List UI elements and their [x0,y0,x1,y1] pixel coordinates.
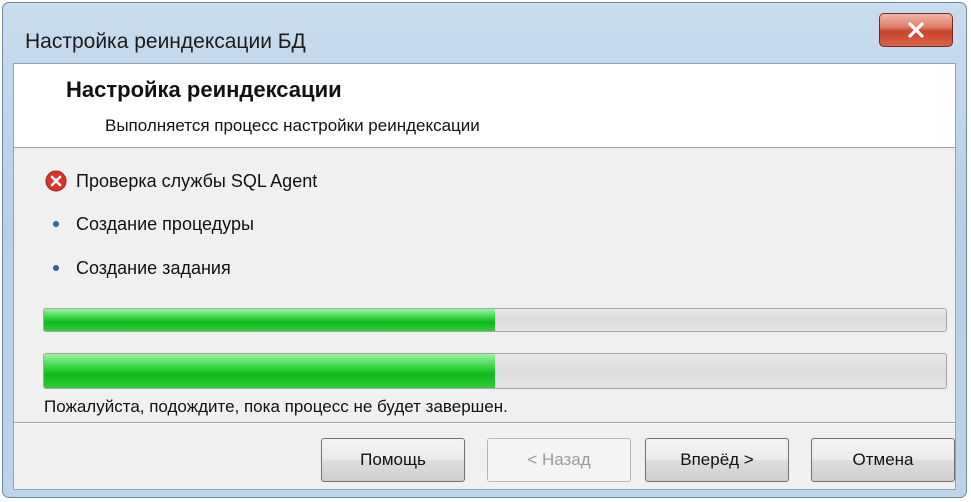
status-text: Пожалуйста, подождите, пока процесс не б… [44,397,508,416]
window-title: Настройка реиндексации БД [25,30,306,53]
progress-bar-step [43,308,947,332]
close-icon [908,22,924,38]
step-label: Проверка службы SQL Agent [76,170,318,191]
step-label: Создание процедуры [76,213,254,234]
page-subtitle: Выполняется процесс настройки реиндексац… [105,116,480,135]
close-button[interactable] [879,13,953,47]
cancel-button[interactable]: Отмена [811,438,955,482]
progress-fill [44,354,495,388]
dialog-window: Настройка реиндексации БД Настройка реин… [2,2,967,498]
page-title: Настройка реиндексации [66,77,342,102]
bullet-icon [44,256,68,280]
title-bar[interactable]: Настройка реиндексации БД [3,3,966,63]
divider [14,422,955,424]
wizard-header: Настройка реиндексации Выполняется проце… [14,64,955,148]
step-item: Создание задания [44,255,231,281]
next-button[interactable]: Вперёд > [645,438,789,482]
progress-bar-overall [43,353,947,389]
step-label: Создание задания [76,257,231,278]
bullet-icon [44,212,68,236]
step-item: Создание процедуры [44,211,254,237]
dialog-client-area: Настройка реиндексации Выполняется проце… [13,63,956,490]
progress-fill [44,309,495,331]
error-icon [44,169,68,193]
step-item: Проверка службы SQL Agent [44,168,317,194]
help-button[interactable]: Помощь [321,438,465,482]
back-button[interactable]: < Назад [487,438,631,482]
